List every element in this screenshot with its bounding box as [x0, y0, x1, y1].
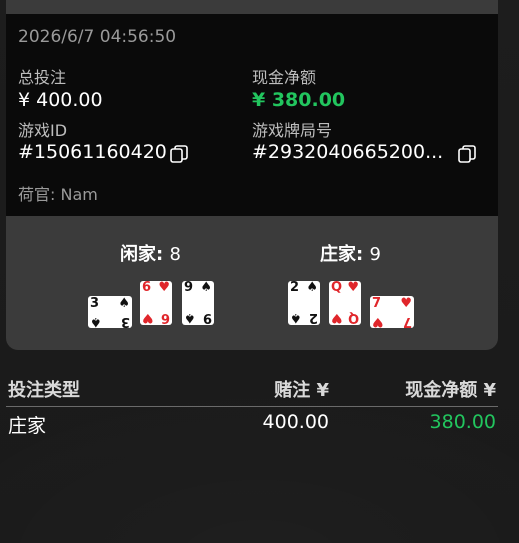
banker-card-3: 7 ♥ ♥ 7 [370, 296, 414, 329]
game-id-label: 游戏ID [18, 121, 68, 140]
banker-score: 9 [369, 244, 381, 265]
round-info-section: 2026/6/7 04:56:50 总投注 ¥ 400.00 现金净额 ¥ 38… [6, 14, 498, 216]
player-score: 8 [169, 244, 181, 265]
player-card-3: 9 ♠ ♠ 9 [182, 281, 214, 325]
card-suit: ♥ [372, 314, 384, 329]
round-number-value: #2932040665200... [252, 141, 444, 163]
card-rank: 7 [402, 314, 412, 329]
banker-label: 庄家: [320, 244, 364, 265]
card-rank: 2 [290, 280, 300, 295]
card-rank: 3 [120, 314, 130, 329]
card-suit: ♠ [90, 314, 102, 329]
round-timestamp: 2026/6/7 04:56:50 [18, 27, 177, 47]
row-net-cash: 380.00 [429, 411, 496, 433]
card-suit: ♠ [200, 280, 212, 295]
card-suit: ♥ [158, 280, 170, 295]
player-label: 闲家: [120, 244, 164, 265]
game-id-value: #15061160420 [18, 141, 167, 163]
copy-round-number-icon[interactable] [458, 145, 476, 163]
card-suit: ♠ [306, 280, 318, 295]
player-card-2: 6 ♥ ♥ 6 [140, 281, 172, 325]
card-suit: ♥ [331, 310, 343, 325]
card-suit: ♥ [400, 296, 412, 311]
net-cash-label: 现金净额 [252, 68, 317, 87]
card-rank: 6 [160, 310, 170, 325]
card-rank: Q [347, 310, 359, 325]
header-stake: 赌注 ¥ [274, 380, 329, 401]
banker-card-2: Q ♥ ♥ Q [329, 281, 361, 325]
round-number-label: 游戏牌局号 [252, 121, 333, 140]
card-rank: 7 [372, 296, 382, 311]
player-hand-title: 闲家: 8 [120, 240, 181, 266]
row-stake: 400.00 [262, 411, 329, 433]
card-suit: ♠ [290, 310, 302, 325]
card-suit: ♠ [184, 310, 196, 325]
copy-game-id-icon[interactable] [170, 145, 188, 163]
table-divider [6, 406, 498, 407]
player-card-1: 3 ♠ ♠ 3 [88, 296, 132, 329]
card-rank: 3 [90, 296, 100, 311]
card-rank: 9 [202, 310, 212, 325]
row-bet-type: 庄家 [8, 415, 47, 437]
header-net-cash: 现金净额 ¥ [405, 380, 496, 401]
total-bet-label: 总投注 [18, 68, 67, 87]
card-suit: ♥ [347, 280, 359, 295]
banker-card-1: 2 ♠ ♠ 2 [288, 281, 320, 325]
round-detail-panel: 2026/6/7 04:56:50 总投注 ¥ 400.00 现金净额 ¥ 38… [6, 0, 498, 350]
dealer-name: 荷官: Nam [18, 185, 98, 204]
panel-top-strip [6, 0, 498, 14]
card-suit: ♥ [142, 310, 154, 325]
banker-hand-title: 庄家: 9 [320, 240, 381, 266]
net-cash-value: ¥ 380.00 [252, 89, 346, 111]
card-rank: 6 [142, 280, 152, 295]
card-rank: Q [331, 280, 343, 295]
total-bet-value: ¥ 400.00 [18, 89, 103, 111]
header-bet-type: 投注类型 [8, 380, 80, 401]
card-rank: 2 [308, 310, 318, 325]
card-suit: ♠ [118, 296, 130, 311]
card-rank: 9 [184, 280, 194, 295]
